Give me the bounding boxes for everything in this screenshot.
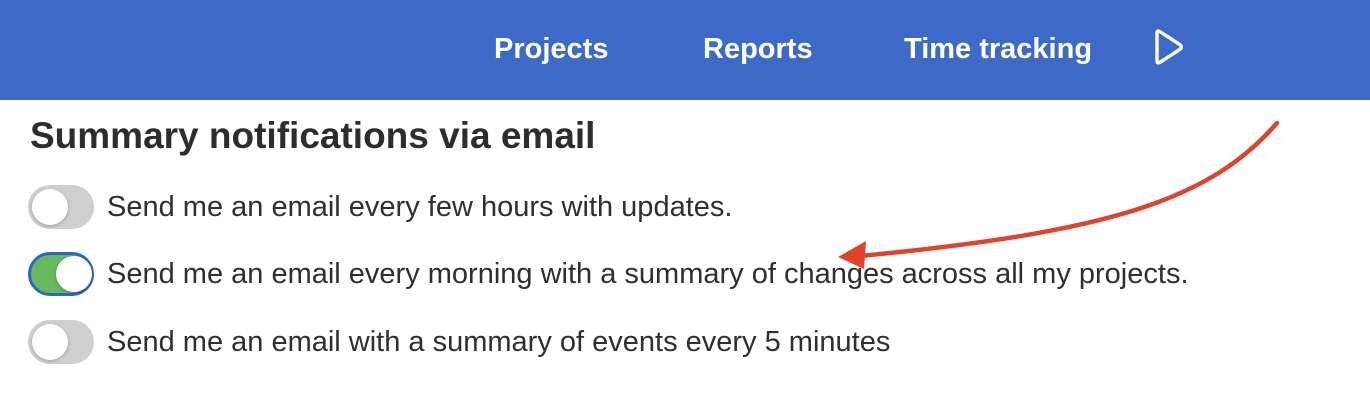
toggle-knob: [32, 189, 68, 225]
toggle-switch-daily[interactable]: [28, 252, 94, 296]
top-navigation-bar: Projects Reports Time tracking: [0, 0, 1370, 100]
nav-reports-link[interactable]: Reports: [703, 30, 813, 68]
toggle-knob: [56, 256, 92, 292]
option-label: Send me an email every morning with a su…: [107, 257, 1189, 290]
notification-option-row: Send me an email every few hours with up…: [28, 184, 732, 230]
nav-time-tracking-link[interactable]: Time tracking: [904, 30, 1092, 68]
option-label: Send me an email with a summary of event…: [107, 325, 891, 358]
notification-option-row: Send me an email every morning with a su…: [28, 251, 1189, 297]
option-label: Send me an email every few hours with up…: [107, 190, 733, 223]
toggle-switch-hourly[interactable]: [28, 185, 94, 229]
notification-option-row: Send me an email with a summary of event…: [28, 319, 890, 365]
nav-projects-link[interactable]: Projects: [494, 30, 608, 68]
toggle-switch-five-minutes[interactable]: [28, 320, 94, 364]
section-title: Summary notifications via email: [30, 115, 596, 156]
play-icon: [1155, 29, 1183, 65]
toggle-knob: [32, 324, 68, 360]
start-timer-button[interactable]: [1148, 27, 1188, 67]
